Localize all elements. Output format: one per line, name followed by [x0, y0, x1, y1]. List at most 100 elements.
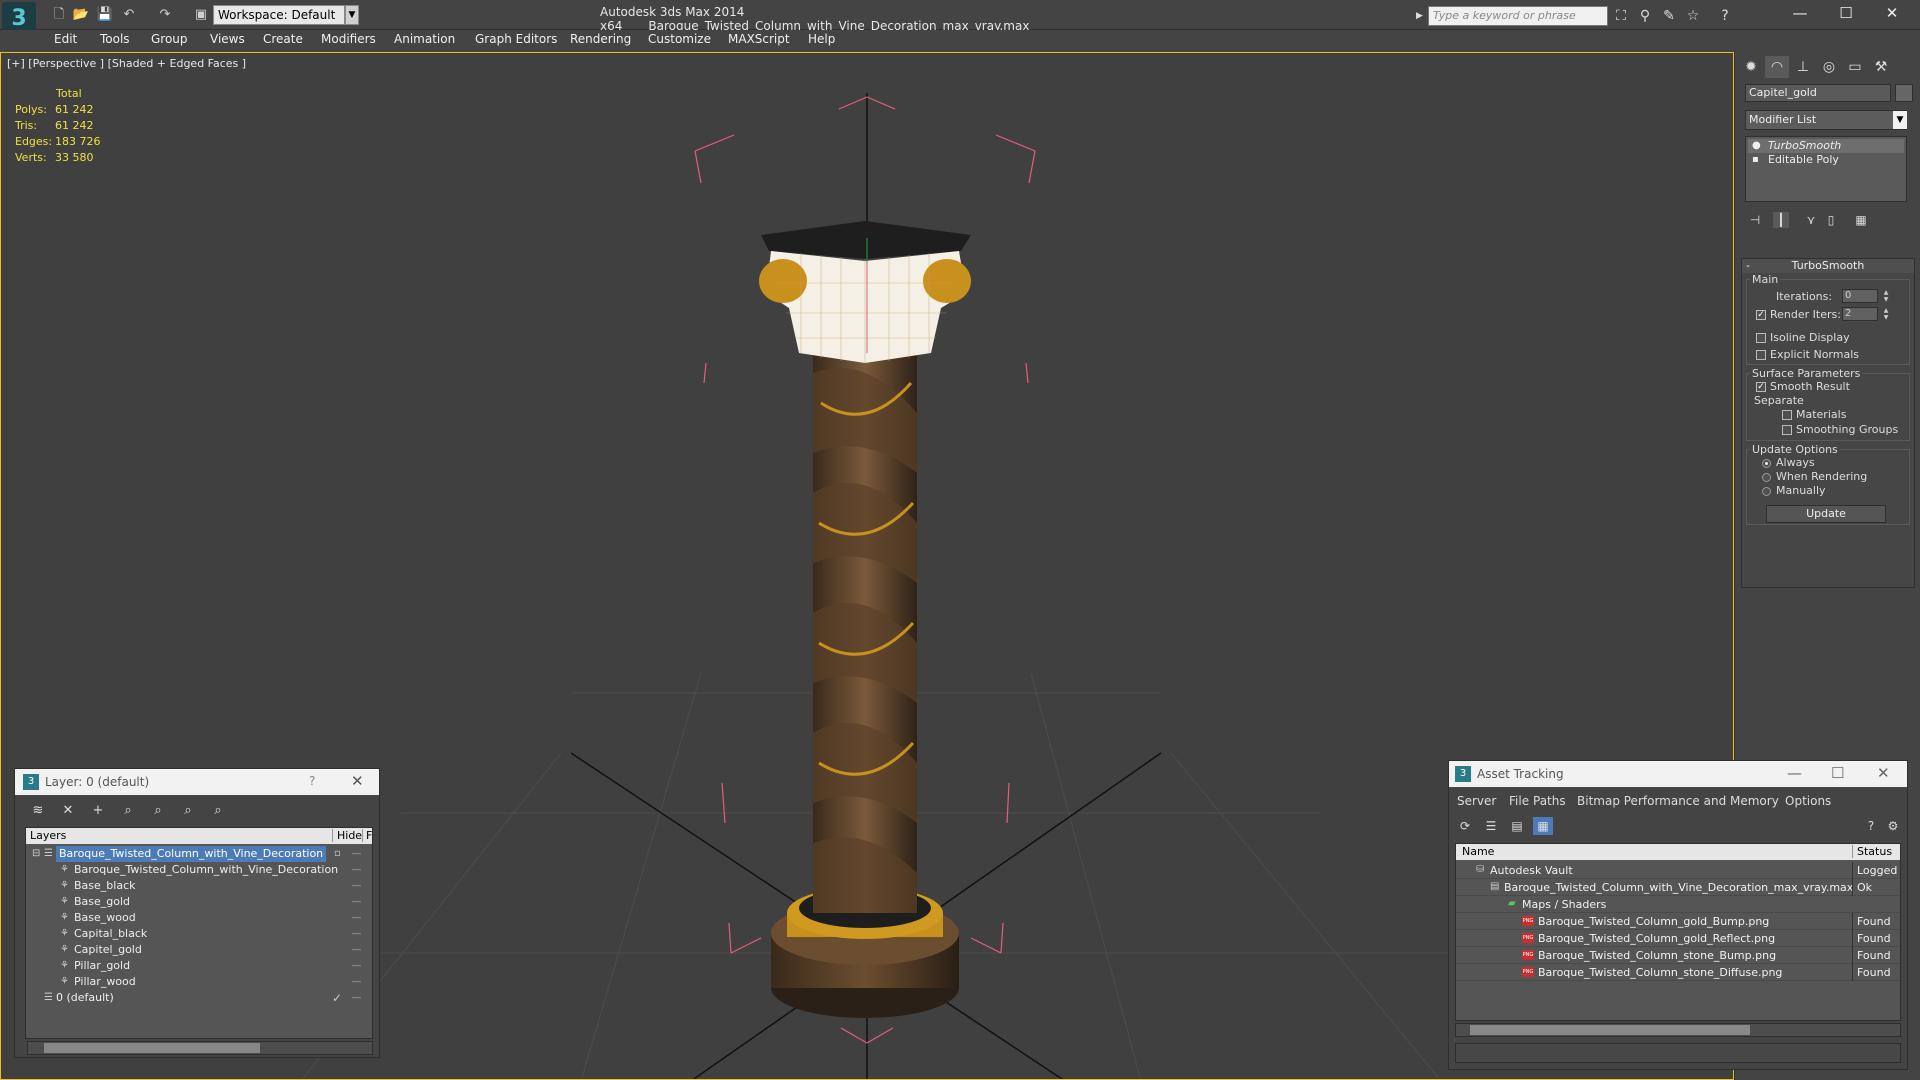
new-file-icon[interactable]: 🗋	[50, 7, 68, 23]
asset-row[interactable]: ⛁ Autodesk Vault Logged O	[1456, 862, 1900, 879]
scrollbar-thumb[interactable]	[1470, 1025, 1750, 1035]
update-button[interactable]: Update	[1766, 505, 1886, 523]
spinner-arrows-icon[interactable]: ▲ ▼	[1882, 289, 1890, 303]
pin-stack-icon[interactable]: ⊣	[1747, 212, 1763, 228]
asset-row[interactable]: ▰ Maps / Shaders	[1456, 896, 1900, 913]
object-name[interactable]: Capital_black	[74, 926, 147, 942]
object-name[interactable]: Pillar_wood	[74, 974, 136, 990]
menu-create[interactable]: Create	[263, 32, 303, 46]
hide-toggle[interactable]: ―	[352, 894, 362, 910]
hide-toggle[interactable]: ―	[352, 942, 362, 958]
asset-row[interactable]: PNG Baroque_Twisted_Column_gold_Reflect.p…	[1456, 930, 1900, 947]
favorites-star-icon[interactable]: ☆	[1684, 7, 1702, 25]
object-name[interactable]: Pillar_gold	[74, 958, 130, 974]
search-expand-icon[interactable]: ▶	[1416, 6, 1428, 26]
render-iters-spinner[interactable]: 2	[1842, 307, 1878, 321]
object-name[interactable]: Base_wood	[74, 910, 136, 926]
layer-name[interactable]: Baroque_Twisted_Column_with_Vine_Decorat…	[56, 846, 327, 862]
spinner-arrows-icon[interactable]: ▲ ▼	[1882, 307, 1890, 321]
highlight-layer-icon[interactable]: ⌕	[147, 801, 169, 821]
layer-row[interactable]: ⚘ Capital_black ―	[26, 926, 372, 942]
maximize-button[interactable]: ☐	[1824, 2, 1868, 24]
show-end-result-icon[interactable]: ┃	[1773, 212, 1789, 228]
hide-toggle[interactable]: ―	[352, 910, 362, 926]
display-tab-icon[interactable]: ▭	[1843, 56, 1867, 78]
close-button[interactable]: ✕	[1870, 2, 1914, 24]
layer-row[interactable]: ⚘ Pillar_gold ―	[26, 958, 372, 974]
asset-name[interactable]: Maps / Shaders	[1522, 896, 1606, 913]
list-view-icon[interactable]: ☰	[1481, 817, 1501, 835]
hide-toggle[interactable]: ―	[352, 846, 362, 862]
chevron-down-icon[interactable]: ▼	[1893, 111, 1907, 129]
asset-name[interactable]: Baroque_Twisted_Column_stone_Diffuse.png	[1538, 964, 1782, 981]
expand-icon[interactable]: ▪	[1752, 155, 1760, 165]
make-unique-icon[interactable]: ⋎	[1803, 212, 1819, 228]
viewport-label[interactable]: [+] [Perspective ] [Shaded + Edged Faces…	[7, 57, 246, 70]
close-icon[interactable]: ✕	[1877, 764, 1890, 782]
maximize-icon[interactable]: ☐	[1831, 764, 1844, 782]
always-radio[interactable]	[1762, 459, 1771, 468]
vault-help-icon[interactable]: ?	[1861, 817, 1881, 835]
object-name[interactable]: Baroque_Twisted_Column_with_Vine_Decorat…	[74, 862, 338, 878]
asset-name[interactable]: Baroque_Twisted_Column_stone_Bump.png	[1538, 947, 1776, 964]
add-to-layer-icon[interactable]: +	[87, 801, 109, 821]
new-layer-icon[interactable]: ≋	[27, 801, 49, 821]
object-name-field[interactable]: Capitel_gold	[1745, 84, 1891, 102]
layer-row[interactable]: ⊟ ☰ Baroque_Twisted_Column_with_Vine_Decor…	[26, 846, 372, 862]
select-objects-icon[interactable]: ⌕	[117, 801, 139, 821]
motion-tab-icon[interactable]: ◎	[1817, 56, 1841, 78]
isoline-display-checkbox[interactable]	[1756, 333, 1766, 343]
workspace-arrow-icon[interactable]: ▼	[345, 5, 359, 25]
layer-name[interactable]: 0 (default)	[56, 990, 114, 1006]
hide-toggle[interactable]: ―	[352, 926, 362, 942]
layer-row[interactable]: ⚘ Capitel_gold ―	[26, 942, 372, 958]
asset-row[interactable]: PNG Baroque_Twisted_Column_stone_Bump.png…	[1456, 947, 1900, 964]
asset-name[interactable]: Baroque_Twisted_Column_gold_Reflect.png	[1538, 930, 1775, 947]
rollout-title[interactable]: TurboSmooth	[1742, 259, 1914, 273]
configure-modifier-sets-icon[interactable]: ▦	[1853, 212, 1869, 228]
object-name[interactable]: Capitel_gold	[74, 942, 142, 958]
scrollbar-thumb[interactable]	[44, 1043, 260, 1053]
menu-bitmap-performance[interactable]: Bitmap Performance and Memory	[1577, 794, 1779, 808]
materials-checkbox[interactable]	[1782, 410, 1792, 420]
stack-item-editable-poly[interactable]: Editable Poly	[1748, 153, 1904, 167]
menu-animation[interactable]: Animation	[394, 32, 455, 46]
column-layers[interactable]: Layers	[30, 829, 66, 842]
stack-item-turbosmooth[interactable]: TurboSmooth	[1748, 139, 1904, 153]
undo-icon[interactable]: ↶	[120, 7, 138, 23]
layer-row[interactable]: ⚘ Pillar_wood ―	[26, 974, 372, 990]
hide-toggle[interactable]: ―	[352, 958, 362, 974]
workspace-dropdown[interactable]: Workspace: Default	[213, 5, 345, 25]
asset-row[interactable]: PNG Baroque_Twisted_Column_stone_Diffuse.…	[1456, 964, 1900, 981]
object-color-swatch[interactable]	[1895, 84, 1913, 102]
column-status[interactable]: Status	[1852, 845, 1892, 858]
settings-icon[interactable]: ⚙	[1883, 817, 1903, 835]
hide-toggle[interactable]: ―	[352, 878, 362, 894]
menu-server[interactable]: Server	[1457, 794, 1496, 808]
layer-row[interactable]: ⚘ Baroque_Twisted_Column_with_Vine_Decora…	[26, 862, 372, 878]
manually-radio[interactable]	[1762, 487, 1771, 496]
hide-toggle[interactable]: ―	[352, 990, 362, 1006]
collapse-icon[interactable]: ⊟	[32, 849, 42, 859]
horizontal-scrollbar[interactable]	[27, 1041, 373, 1055]
refresh-icon[interactable]: ⟳	[1455, 817, 1475, 835]
menu-help[interactable]: Help	[808, 32, 835, 46]
help-button[interactable]: ?	[309, 774, 315, 788]
delete-layer-icon[interactable]: ✕	[57, 801, 79, 821]
menu-tools[interactable]: Tools	[100, 32, 130, 46]
smooth-result-checkbox[interactable]: ✓	[1756, 382, 1766, 392]
redo-icon[interactable]: ↷	[156, 7, 174, 23]
remove-modifier-icon[interactable]: ▯	[1823, 212, 1839, 228]
table-view-icon[interactable]: ▦	[1533, 817, 1553, 835]
hierarchy-tab-icon[interactable]: ⊥	[1791, 56, 1815, 78]
iterations-spinner[interactable]: 0	[1842, 289, 1878, 303]
asset-name[interactable]: Baroque_Twisted_Column_gold_Bump.png	[1538, 913, 1769, 930]
menu-options[interactable]: Options	[1785, 794, 1831, 808]
menu-edit[interactable]: Edit	[54, 32, 77, 46]
render-iters-checkbox[interactable]: ✓	[1756, 310, 1766, 320]
asset-row[interactable]: ▤ Baroque_Twisted_Column_with_Vine_Decora…	[1456, 879, 1900, 896]
layer-row[interactable]: ⚘ Base_black ―	[26, 878, 372, 894]
hide-toggle[interactable]: ―	[352, 974, 362, 990]
column-hide[interactable]: Hide	[332, 829, 362, 842]
minimize-button[interactable]: —	[1778, 2, 1822, 24]
